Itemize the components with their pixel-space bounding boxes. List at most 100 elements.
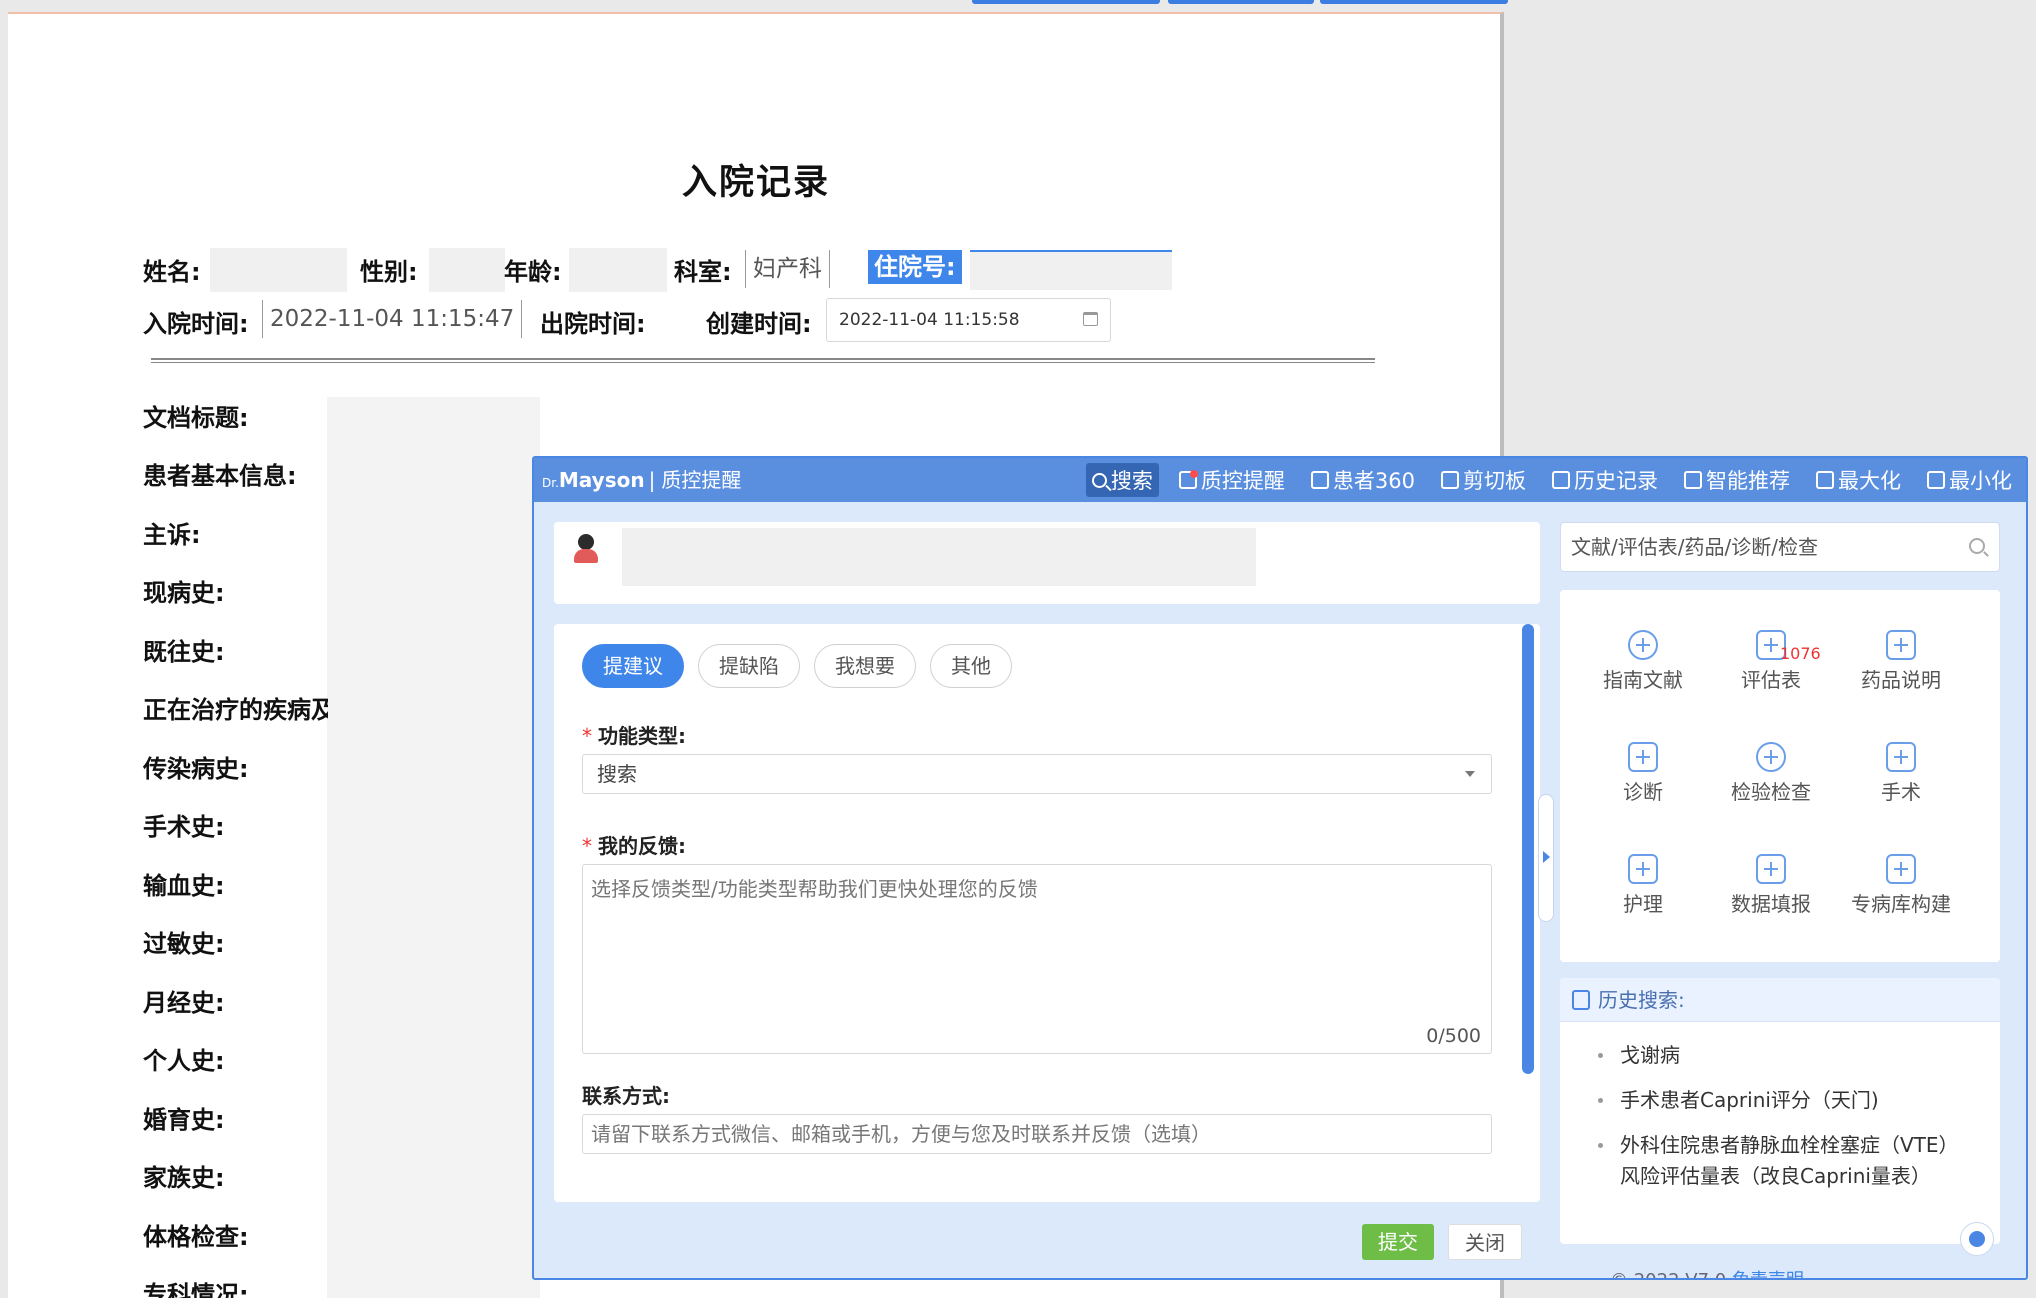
panel-footer: © 2022 V7.0 免责声明 [1610,1266,1804,1278]
contact-input[interactable]: 请留下联系方式微信、邮箱或手机，方便与您及时联系并反馈（选填） [582,1114,1492,1154]
gender-label: 性别: [360,258,418,286]
toolbar-search-button[interactable]: 搜索 [1085,463,1159,497]
section-label: 家族史: [143,1164,225,1192]
required-mark: * [582,724,592,748]
feedback-label: * 我的反馈: [582,834,686,858]
admission-number-field-redacted[interactable] [970,250,1172,290]
close-button[interactable]: 关闭 [1448,1224,1522,1260]
tool-disease-db[interactable]: 专病库构建 [1836,854,1966,917]
section-label: 主诉: [143,521,201,549]
toolbar-maximize-button[interactable]: 最大化 [1810,463,1907,497]
section-label: 现病史: [143,579,225,607]
section-label: 文档标题: [143,404,249,432]
tool-diagnosis[interactable]: 诊断 [1578,742,1708,805]
history-item[interactable]: 手术患者Caprini评分（天门) [1598,1085,1978,1116]
toolbar-history-button[interactable]: 历史记录 [1546,463,1664,497]
department-label: 科室: [674,258,732,286]
tool-lab-exam[interactable]: 检验检查 [1706,742,1836,805]
gender-field-redacted [429,248,505,292]
tool-medicine[interactable]: 药品说明 [1836,630,1966,693]
name-field-redacted [210,248,347,292]
tab-suggestion[interactable]: 提建议 [582,644,684,688]
toolbar-label: 最小化 [1949,469,2012,493]
feedback-textarea[interactable]: 选择反馈类型/功能类型帮助我们更快处理您的反馈 0/500 [582,864,1492,1054]
panel-subtitle: 质控提醒 [661,468,742,492]
collapse-handle[interactable] [1538,794,1554,922]
age-label: 年龄: [504,258,562,286]
create-time-value: 2022-11-04 11:15:58 [839,310,1020,330]
department-field[interactable]: 妇产科 [745,250,830,288]
tab-wish[interactable]: 我想要 [814,644,916,688]
toolbar-label: 质控提醒 [1200,469,1285,493]
section-label: 既往史: [143,638,225,666]
section-label: 传染病史: [143,755,249,783]
function-type-label: * 功能类型: [582,724,686,748]
toolbar-recommend-button[interactable]: 智能推荐 [1678,463,1796,497]
discharge-time-label: 出院时间: [540,310,646,338]
history-list: 戈谢病 手术患者Caprini评分（天门) 外科住院患者静脉血栓栓塞症（VTE）… [1598,1040,1978,1206]
tool-surgery[interactable]: 手术 [1836,742,1966,805]
panel-header[interactable]: Dr.Mayson | 质控提醒 搜索 质控提醒 患者360 剪切板 历史记录 智能… [534,458,2026,502]
toolbar-label: 智能推荐 [1706,469,1790,493]
section-label: 个人史: [143,1047,225,1075]
section-label: 手术史: [143,813,225,841]
age-field-redacted [569,248,667,292]
top-tab-3[interactable] [1320,0,1508,4]
search-icon[interactable] [1969,538,1985,554]
toolbar-qc-alert-button[interactable]: 质控提醒 [1173,463,1291,497]
section-label: 婚育史: [143,1106,225,1134]
tools-grid: 指南文献 1076 评估表 药品说明 诊断 检验检查 手术 护理 数据填报 专病库… [1560,590,2000,962]
search-icon [1091,472,1107,488]
brand-prefix: Dr. [542,476,559,490]
section-content-redacted [327,397,540,1298]
admit-time-field[interactable]: 2022-11-04 11:15:47 [262,300,523,338]
char-counter: 0/500 [1426,1025,1481,1047]
stethoscope-icon [1756,742,1786,772]
disclaimer-link[interactable]: 免责声明 [1732,1270,1804,1278]
tool-assessment[interactable]: 1076 评估表 [1706,630,1836,693]
brand-separator: | [648,468,656,492]
toolbar-minimize-button[interactable]: 最小化 [1921,463,2018,497]
create-time-picker[interactable]: 2022-11-04 11:15:58 [826,298,1111,342]
history-header: 历史搜索: [1560,978,2000,1022]
tab-other[interactable]: 其他 [930,644,1012,688]
tool-data-report[interactable]: 数据填报 [1706,854,1836,917]
headset-icon [1310,471,1329,489]
section-label: 过敏史: [143,930,225,958]
top-tab-2[interactable] [1168,0,1314,4]
diagnosis-icon [1628,742,1658,772]
required-mark: * [582,834,592,858]
dr-mayson-panel[interactable]: Dr.Mayson | 质控提醒 搜索 质控提醒 患者360 剪切板 历史记录 智能… [532,456,2028,1280]
avatar [572,534,600,564]
function-type-select[interactable]: 搜索 [582,754,1492,794]
toolbar-label: 搜索 [1110,469,1153,493]
section-label: 专科情况: [143,1281,249,1298]
contact-label: 联系方式: [582,1084,670,1108]
feedback-placeholder: 选择反馈类型/功能类型帮助我们更快处理您的反馈 [591,877,1038,901]
top-tab-1[interactable] [972,0,1160,4]
medicine-icon [1886,630,1916,660]
maximize-icon [1816,471,1834,489]
document-title: 入院记录 [681,163,830,203]
recommend-icon [1684,471,1702,489]
history-item[interactable]: 外科住院患者静脉血栓栓塞症（VTE）风险评估量表（改良Caprini量表） [1598,1130,1978,1192]
form-scrollbar[interactable] [1522,624,1534,1074]
section-label: 输血史: [143,872,225,900]
name-label: 姓名: [143,258,201,286]
surgery-icon [1886,742,1916,772]
header-divider [151,358,1375,363]
minimize-icon [1927,471,1945,489]
toolbar-label: 最大化 [1838,469,1901,493]
calendar-icon[interactable] [1083,312,1098,326]
support-avatar-icon[interactable] [1960,1222,1994,1256]
tool-guideline[interactable]: 指南文献 [1578,630,1708,693]
tool-nursing[interactable]: 护理 [1578,854,1708,917]
history-item[interactable]: 戈谢病 [1598,1040,1978,1071]
submit-button[interactable]: 提交 [1362,1224,1434,1260]
knowledge-search-input[interactable]: 文献/评估表/药品/诊断/检查 [1560,522,2000,572]
search-history: 历史搜索: 戈谢病 手术患者Caprini评分（天门) 外科住院患者静脉血栓栓塞… [1560,978,2000,1244]
toolbar-clipboard-button[interactable]: 剪切板 [1435,463,1532,497]
tab-defect[interactable]: 提缺陷 [698,644,800,688]
history-icon [1552,471,1570,489]
toolbar-patient360-button[interactable]: 患者360 [1305,463,1421,497]
